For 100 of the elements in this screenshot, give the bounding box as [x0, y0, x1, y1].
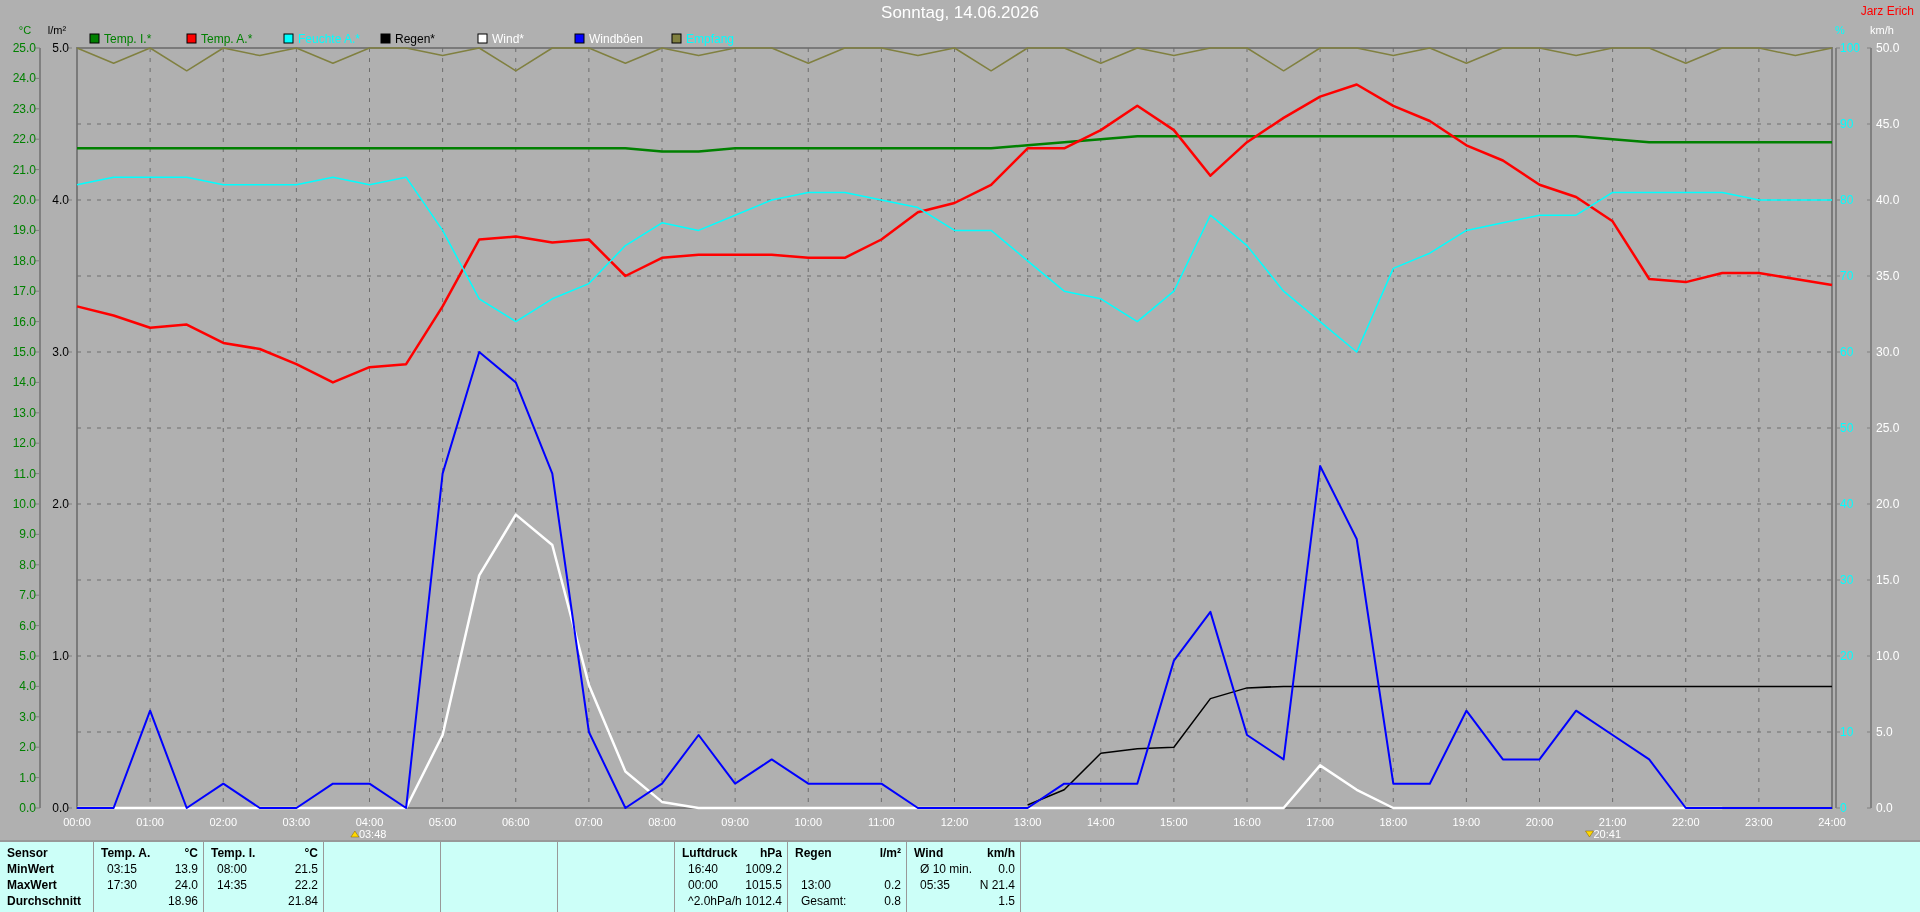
legend-label: Empfang [686, 32, 735, 46]
legend-label: Wind* [492, 32, 524, 46]
axis-unit-label: °C [18, 24, 32, 36]
axis-tick-label: 12:00 [940, 816, 969, 828]
axis-tick-label: 10.0 [1876, 649, 1900, 663]
axis-tick-label: 5.0 [52, 41, 69, 55]
axis-tick-label: 04:00 [355, 816, 384, 828]
axis-tick-label: 0.0 [19, 801, 36, 815]
axis-tick-label: 09:00 [721, 816, 749, 828]
column-header: Temp. I. [211, 845, 256, 861]
time-value: 00:00 [687, 877, 719, 893]
unit-label: l/m² [879, 845, 901, 861]
axis-tick-label: 70 [1840, 269, 1854, 283]
axis-tick-label: 02:00 [209, 816, 237, 828]
axis-tick-label: 24.0 [12, 71, 36, 86]
axis-tick-label: 21:00 [1598, 816, 1627, 828]
stat-value: 0.8 [884, 893, 901, 909]
time-value: 03:15 [106, 861, 138, 877]
author-name: Jarz Erich [1860, 4, 1914, 18]
axis-tick-label: 11.0 [13, 466, 36, 481]
column-header: Temp. A. [101, 845, 151, 861]
stat-value: 18.96 [167, 893, 198, 909]
legend-label: Feuchte A.* [298, 32, 361, 46]
axis-tick-label: 25.0 [1876, 421, 1900, 435]
axis-tick-label: 16:00 [1233, 816, 1261, 828]
axis-tick-label: 23.0 [12, 101, 36, 116]
axis-tick-label: 24:00 [1818, 816, 1846, 828]
legend-label: Temp. I.* [104, 32, 152, 46]
axis-tick-label: 10 [1840, 725, 1854, 739]
row-label: MaxWert [7, 877, 57, 893]
axis-unit-label: km/h [1870, 24, 1894, 36]
axis-tick-label: 2.0 [19, 740, 36, 755]
axis-unit-label: l/m² [47, 24, 67, 36]
axis-tick-label: 8.0 [19, 557, 36, 572]
axis-tick-label: 5.0 [1876, 725, 1893, 739]
axis-tick-label: 13.0 [12, 405, 36, 420]
time-value: 17:30 [106, 877, 138, 893]
axis-tick-label: 22.0 [12, 132, 36, 147]
stat-value: 1009.2 [745, 861, 782, 877]
time-value: Gesamt: [800, 893, 847, 909]
axis-tick-label: 18.0 [12, 253, 36, 268]
axis-tick-label: 90 [1840, 117, 1854, 131]
axis-tick-label: 07:00 [575, 816, 603, 828]
stat-value: 1015.5 [745, 877, 782, 893]
axis-tick-label: 3.0 [52, 345, 69, 359]
axis-tick-label: 19.0 [12, 223, 36, 238]
axis-tick-label: 2.0 [52, 497, 69, 511]
axis-tick-label: 1.0 [19, 770, 36, 785]
axis-tick-label: 4.0 [52, 193, 69, 207]
time-value: 16:40 [687, 861, 719, 877]
axis-tick-label: 22:00 [1672, 816, 1700, 828]
stat-value: 21.5 [294, 861, 318, 877]
axis-tick-label: 12.0 [12, 436, 36, 451]
axis-tick-label: 3.0 [19, 709, 36, 724]
stat-value: N 21.4 [979, 877, 1015, 893]
axis-tick-label: 10.0 [12, 497, 36, 511]
axis-tick-label: 40 [1840, 497, 1854, 511]
axis-tick-label: 80 [1840, 193, 1854, 207]
time-label: 03:48 [358, 828, 387, 840]
stat-value: 1012.4 [745, 893, 782, 909]
axis-tick-label: 20 [1840, 649, 1854, 663]
axis-tick-label: 15.0 [1876, 573, 1900, 587]
stat-value: 21.84 [287, 893, 318, 909]
axis-tick-label: 30 [1840, 573, 1854, 587]
axis-tick-label: 16.0 [12, 314, 36, 329]
column-header: Regen [795, 845, 832, 861]
axis-tick-label: 13:00 [1013, 816, 1042, 828]
stat-value: 0.2 [884, 877, 901, 893]
unit-label: °C [184, 845, 198, 861]
axis-tick-label: 5.0 [19, 649, 36, 663]
axis-tick-label: 14:00 [1087, 816, 1115, 828]
axis-tick-label: 25.0 [12, 41, 36, 55]
axis-tick-label: 15:00 [1160, 816, 1188, 828]
unit-label: km/h [987, 845, 1015, 861]
axis-tick-label: 40.0 [1876, 193, 1900, 207]
column-header: Sensor [7, 845, 48, 861]
legend-label: Temp. A.* [201, 32, 253, 46]
chart-title: Sonntag, 14.06.2026 [881, 3, 1039, 22]
axis-tick-label: 01:00 [136, 816, 164, 828]
arrow-icon [1585, 830, 1594, 838]
time-label: 20:41 [1593, 828, 1621, 840]
axis-tick-label: 14.0 [12, 375, 36, 390]
axis-tick-label: 03:00 [282, 816, 311, 828]
axis-tick-label: 19:00 [1452, 816, 1481, 828]
axis-tick-label: 50 [1840, 421, 1854, 435]
axis-tick-label: 23:00 [1745, 816, 1773, 828]
time-value: 05:35 [919, 877, 951, 893]
axis-tick-label: 35.0 [1876, 269, 1900, 283]
axis-tick-label: 08:00 [648, 816, 676, 828]
axis-tick-label: 06:00 [502, 816, 530, 828]
stat-value: 0.0 [998, 861, 1015, 877]
axis-tick-label: 1.0 [52, 649, 69, 663]
time-value: 13:00 [800, 877, 832, 893]
stat-value: 24.0 [174, 877, 198, 893]
axis-tick-label: 21.0 [12, 162, 36, 177]
axis-tick-label: 05:00 [428, 816, 457, 828]
arrow-icon [350, 830, 360, 838]
column-header: Wind [914, 845, 944, 861]
axis-tick-label: 9.0 [19, 527, 36, 542]
axis-tick-label: 20.0 [1876, 497, 1900, 511]
